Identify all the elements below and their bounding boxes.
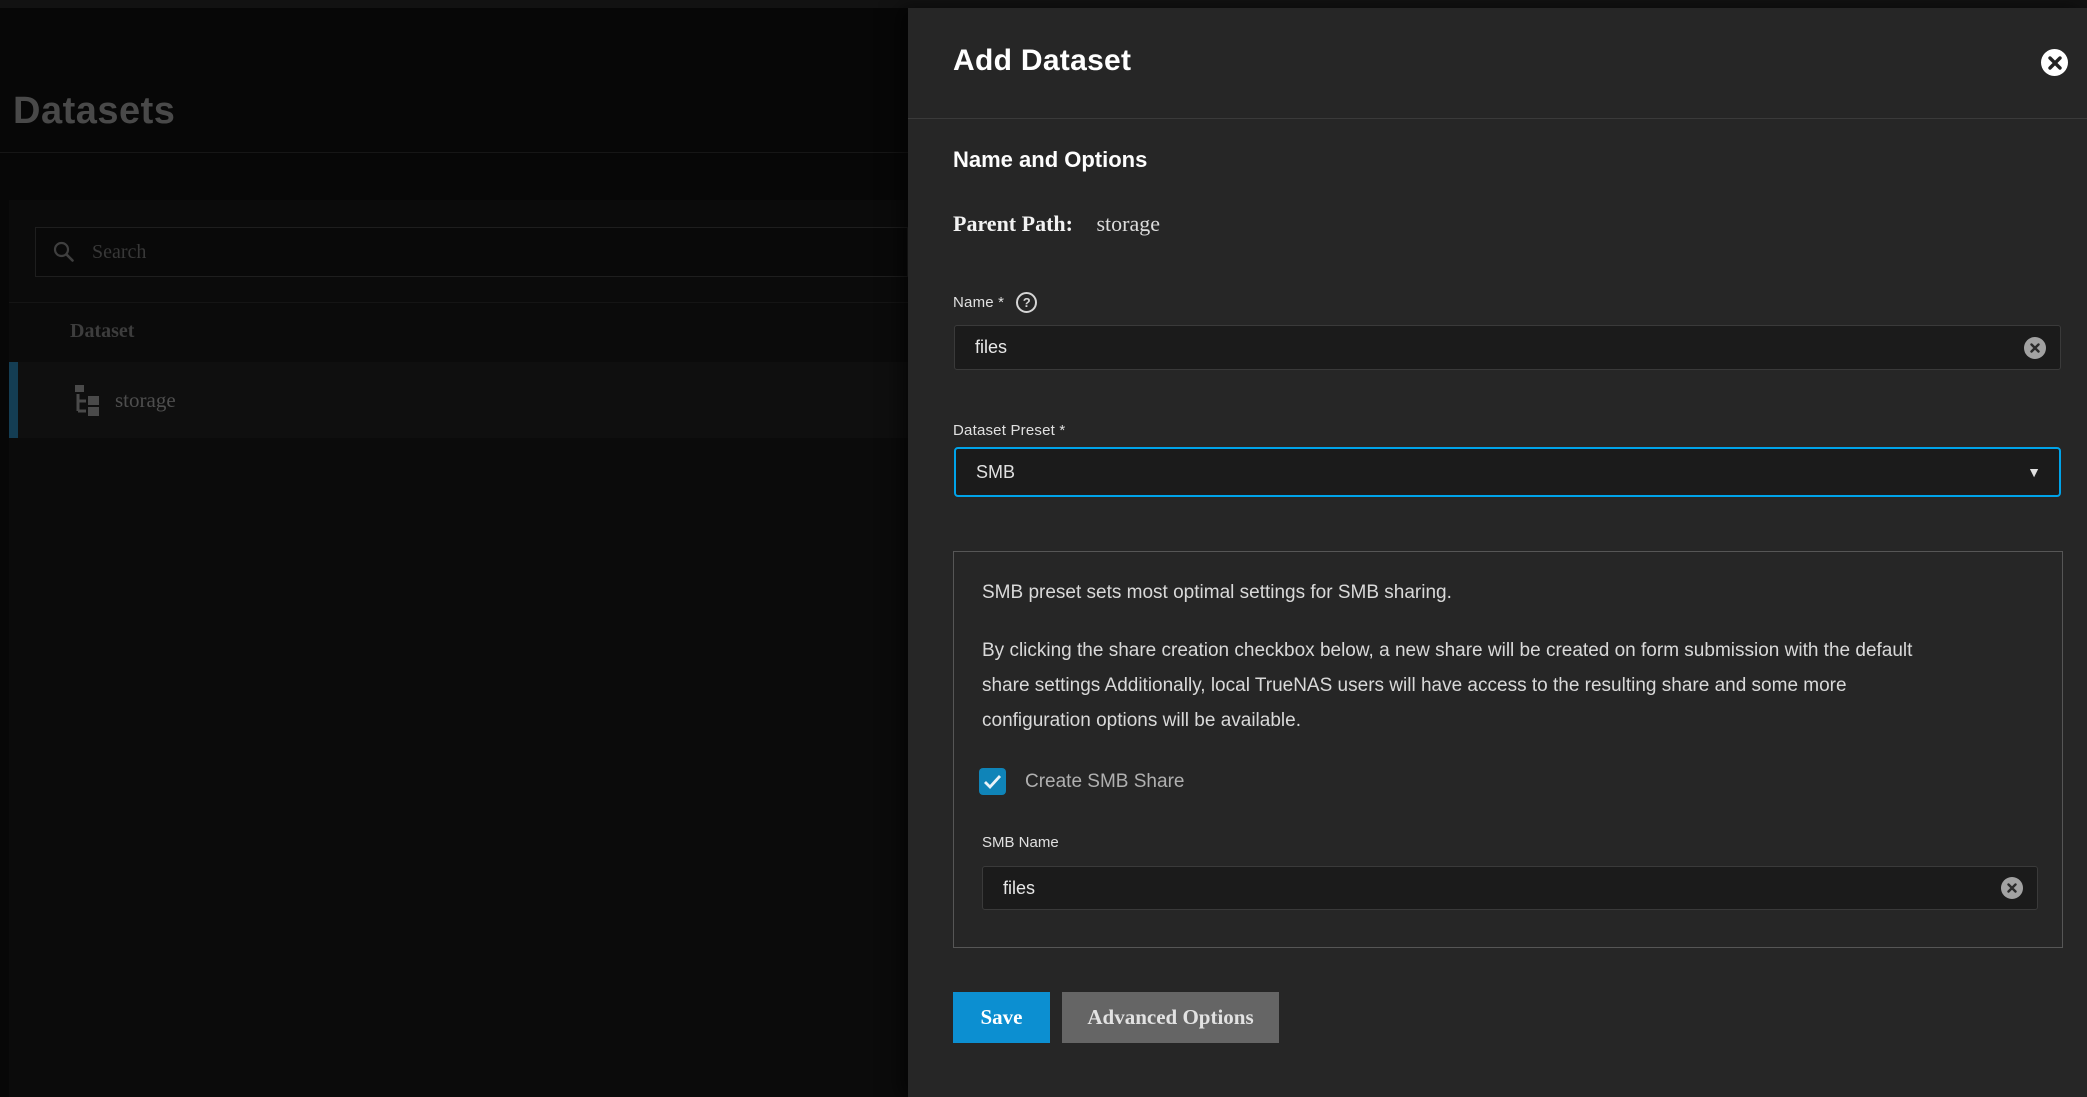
divider <box>908 118 2087 119</box>
check-icon <box>983 774 1002 790</box>
action-button-row: Save Advanced Options <box>953 992 1279 1043</box>
dataset-tree-card: Dataset storage <box>9 200 908 1097</box>
row-label: storage <box>115 388 176 413</box>
search-input[interactable] <box>92 241 692 264</box>
modal-title: Add Dataset <box>953 44 1131 78</box>
preset-field-label: Dataset Preset * <box>953 422 1065 439</box>
parent-path-value: storage <box>1096 211 1160 236</box>
smb-name-input-container <box>982 866 2038 910</box>
name-field-label: Name * <box>953 294 1004 311</box>
parent-path-label: Parent Path: <box>953 211 1073 236</box>
search-icon <box>52 240 76 264</box>
info-paragraph-2: By clicking the share creation checkbox … <box>982 633 1912 738</box>
window-top-strip <box>0 0 2087 8</box>
clear-name-button[interactable] <box>2024 337 2046 359</box>
save-button[interactable]: Save <box>953 992 1050 1043</box>
divider <box>9 302 908 303</box>
advanced-options-button[interactable]: Advanced Options <box>1062 992 1279 1043</box>
dataset-tree-icon <box>72 385 104 416</box>
smb-name-label: SMB Name <box>982 834 1059 851</box>
clear-circle-icon <box>2007 883 2017 893</box>
create-smb-share-row: Create SMB Share <box>979 768 1184 795</box>
add-dataset-panel: Add Dataset Name and Options Parent Path… <box>908 8 2087 1097</box>
clear-circle-icon <box>2030 343 2040 353</box>
column-header-dataset: Dataset <box>70 320 134 343</box>
smb-name-input[interactable] <box>983 867 2037 909</box>
name-input[interactable] <box>955 326 2060 369</box>
info-paragraph-1: SMB preset sets most optimal settings fo… <box>982 582 1452 604</box>
name-field-label-row: Name * ? <box>953 292 1037 313</box>
close-icon <box>2048 56 2062 70</box>
page-title: Datasets <box>13 90 175 133</box>
table-row-storage[interactable]: storage <box>9 362 908 438</box>
clear-smb-name-button[interactable] <box>2001 877 2023 899</box>
divider <box>0 152 908 153</box>
preset-selected-value: SMB <box>976 462 1015 483</box>
preset-field-label-row: Dataset Preset * <box>953 422 1065 439</box>
help-circle-icon[interactable]: ? <box>1016 292 1037 313</box>
smb-preset-info-box: SMB preset sets most optimal settings fo… <box>953 551 2063 948</box>
selected-row-accent <box>9 362 18 438</box>
section-title: Name and Options <box>953 147 1147 173</box>
dataset-search-box[interactable] <box>35 227 908 277</box>
create-smb-share-label[interactable]: Create SMB Share <box>1025 771 1184 793</box>
info-paragraph-2-line: By clicking the share creation checkbox … <box>982 633 1912 668</box>
datasets-page-dimmed: Datasets Dataset storage <box>0 8 908 1097</box>
info-paragraph-2-line: configuration options will be available. <box>982 703 1912 738</box>
name-input-container <box>954 325 2061 370</box>
parent-path-row: Parent Path: storage <box>953 211 1160 237</box>
info-paragraph-2-line: share settings Additionally, local TrueN… <box>982 668 1912 703</box>
close-button[interactable] <box>2041 49 2068 76</box>
chevron-down-icon: ▼ <box>2027 464 2041 480</box>
dataset-preset-select[interactable]: SMB ▼ <box>954 447 2061 497</box>
create-smb-share-checkbox[interactable] <box>979 768 1006 795</box>
